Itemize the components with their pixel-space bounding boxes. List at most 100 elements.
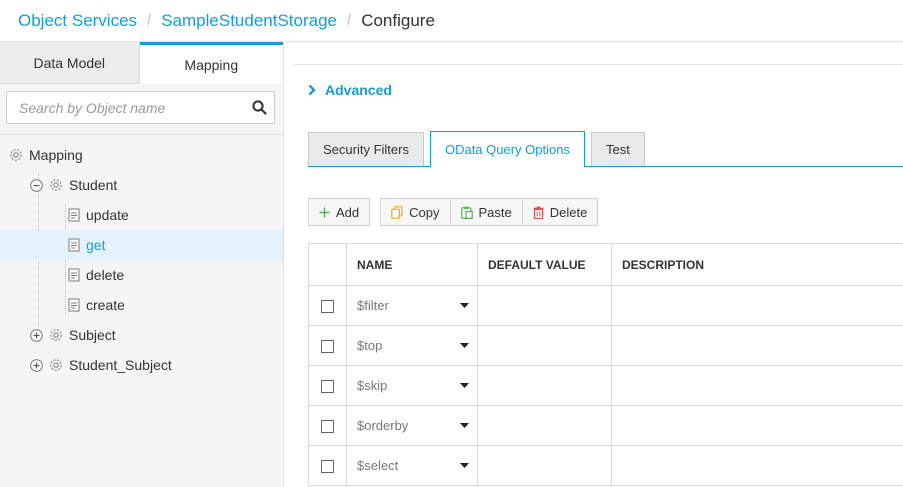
breadcrumb-sample-student-storage[interactable]: SampleStudentStorage <box>161 11 337 31</box>
name-value: $skip <box>357 378 388 393</box>
tree-item-delete[interactable]: delete <box>0 260 283 290</box>
tree-label: Student_Subject <box>69 357 172 373</box>
tab-data-model[interactable]: Data Model <box>0 42 140 84</box>
gear-icon <box>49 178 63 192</box>
header-default-value: DEFAULT VALUE <box>477 243 612 286</box>
name-select[interactable]: $filter <box>357 298 477 313</box>
copy-button[interactable]: Copy <box>380 198 451 226</box>
description-cell[interactable] <box>611 445 903 486</box>
row-checkbox[interactable] <box>321 420 334 434</box>
row-select-cell <box>308 365 347 406</box>
tab-security-filters[interactable]: Security Filters <box>308 132 424 166</box>
breadcrumb-object-services[interactable]: Object Services <box>18 11 137 31</box>
collapse-icon[interactable] <box>30 178 43 192</box>
row-checkbox[interactable] <box>321 460 334 474</box>
search-icon[interactable] <box>244 100 274 115</box>
config-tabs: Security Filters OData Query Options Tes… <box>308 131 903 167</box>
description-cell[interactable] <box>611 365 903 406</box>
advanced-toggle[interactable]: Advanced <box>308 82 392 98</box>
name-select[interactable]: $skip <box>357 378 477 393</box>
default-value-cell[interactable] <box>477 365 612 406</box>
row-select-cell <box>308 405 347 446</box>
toolbar: Add Copy Paste Delete <box>308 198 599 226</box>
query-options-table: NAME DEFAULT VALUE DESCRIPTION $filter $… <box>308 243 903 486</box>
tree-label: get <box>86 237 106 253</box>
paste-icon <box>460 206 473 219</box>
name-cell[interactable]: $select <box>346 445 478 486</box>
tree-label: Mapping <box>29 147 83 163</box>
add-label: Add <box>336 204 360 220</box>
caret-down-icon <box>460 343 469 348</box>
main-content: Advanced Security Filters OData Query Op… <box>294 64 903 487</box>
gear-icon <box>49 358 63 372</box>
description-cell[interactable] <box>611 285 903 326</box>
gear-icon <box>9 148 23 162</box>
plus-icon <box>319 207 330 217</box>
paste-button[interactable]: Paste <box>450 198 523 226</box>
tree-item-subject[interactable]: Subject <box>0 320 283 350</box>
name-value: $select <box>357 458 399 473</box>
document-icon <box>68 238 80 252</box>
description-cell[interactable] <box>611 325 903 366</box>
caret-down-icon <box>460 463 469 468</box>
tree-item-create[interactable]: create <box>0 290 283 320</box>
left-panel: Data Model Mapping Mapping Student <box>0 42 284 487</box>
expand-icon[interactable] <box>30 328 43 342</box>
tree-item-get[interactable]: get <box>0 230 283 260</box>
search-box <box>6 91 275 124</box>
name-value: $filter <box>357 298 389 313</box>
add-button[interactable]: Add <box>308 198 371 226</box>
tree-item-student-subject[interactable]: Student_Subject <box>0 350 283 380</box>
trash-icon <box>533 206 544 219</box>
breadcrumb-separator: / <box>347 12 352 29</box>
name-value: $orderby <box>357 418 409 433</box>
breadcrumb-configure: Configure <box>361 10 435 30</box>
default-value-cell[interactable] <box>477 325 612 366</box>
tree-label: delete <box>86 267 125 283</box>
caret-down-icon <box>460 383 469 388</box>
name-select[interactable]: $select <box>357 458 477 473</box>
copy-label: Copy <box>409 204 440 220</box>
header-select-cell <box>308 243 347 286</box>
header-description: DESCRIPTION <box>611 243 903 286</box>
expand-icon[interactable] <box>30 358 43 372</box>
tree-label: create <box>86 297 125 313</box>
search-input[interactable] <box>7 92 244 123</box>
name-select[interactable]: $orderby <box>357 418 477 433</box>
document-icon <box>68 268 80 282</box>
table-header-row: NAME DEFAULT VALUE DESCRIPTION <box>308 243 903 286</box>
tab-odata-query-options[interactable]: OData Query Options <box>429 131 585 167</box>
default-value-cell[interactable] <box>477 285 612 326</box>
default-value-cell[interactable] <box>477 445 612 486</box>
caret-down-icon <box>460 303 469 308</box>
tab-mapping[interactable]: Mapping <box>139 42 283 84</box>
name-value: $top <box>357 338 383 353</box>
name-cell[interactable]: $top <box>346 325 478 366</box>
delete-button[interactable]: Delete <box>522 198 599 226</box>
table-row: $orderby <box>308 405 903 446</box>
tree-item-update[interactable]: update <box>0 200 283 230</box>
document-icon <box>68 298 80 312</box>
breadcrumb: Object Services / SampleStudentStorage /… <box>0 0 903 42</box>
name-cell[interactable]: $filter <box>346 285 478 326</box>
default-value-cell[interactable] <box>477 405 612 446</box>
tree-item-student[interactable]: Student <box>0 170 283 200</box>
table-row: $select <box>308 445 903 486</box>
breadcrumb-separator: / <box>147 12 152 29</box>
tree-item-mapping[interactable]: Mapping <box>0 140 283 170</box>
chevron-right-icon <box>308 84 316 96</box>
row-select-cell <box>308 325 347 366</box>
tree-label: Subject <box>69 327 116 343</box>
table-row: $skip <box>308 365 903 406</box>
name-cell[interactable]: $orderby <box>346 405 478 446</box>
name-select[interactable]: $top <box>357 338 477 353</box>
delete-label: Delete <box>549 204 588 220</box>
copy-icon <box>391 205 403 219</box>
tree-label: Student <box>69 177 118 193</box>
row-checkbox[interactable] <box>321 380 334 394</box>
row-checkbox[interactable] <box>321 340 334 354</box>
description-cell[interactable] <box>611 405 903 446</box>
name-cell[interactable]: $skip <box>346 365 478 406</box>
row-checkbox[interactable] <box>321 300 334 314</box>
tab-test[interactable]: Test <box>590 132 645 166</box>
